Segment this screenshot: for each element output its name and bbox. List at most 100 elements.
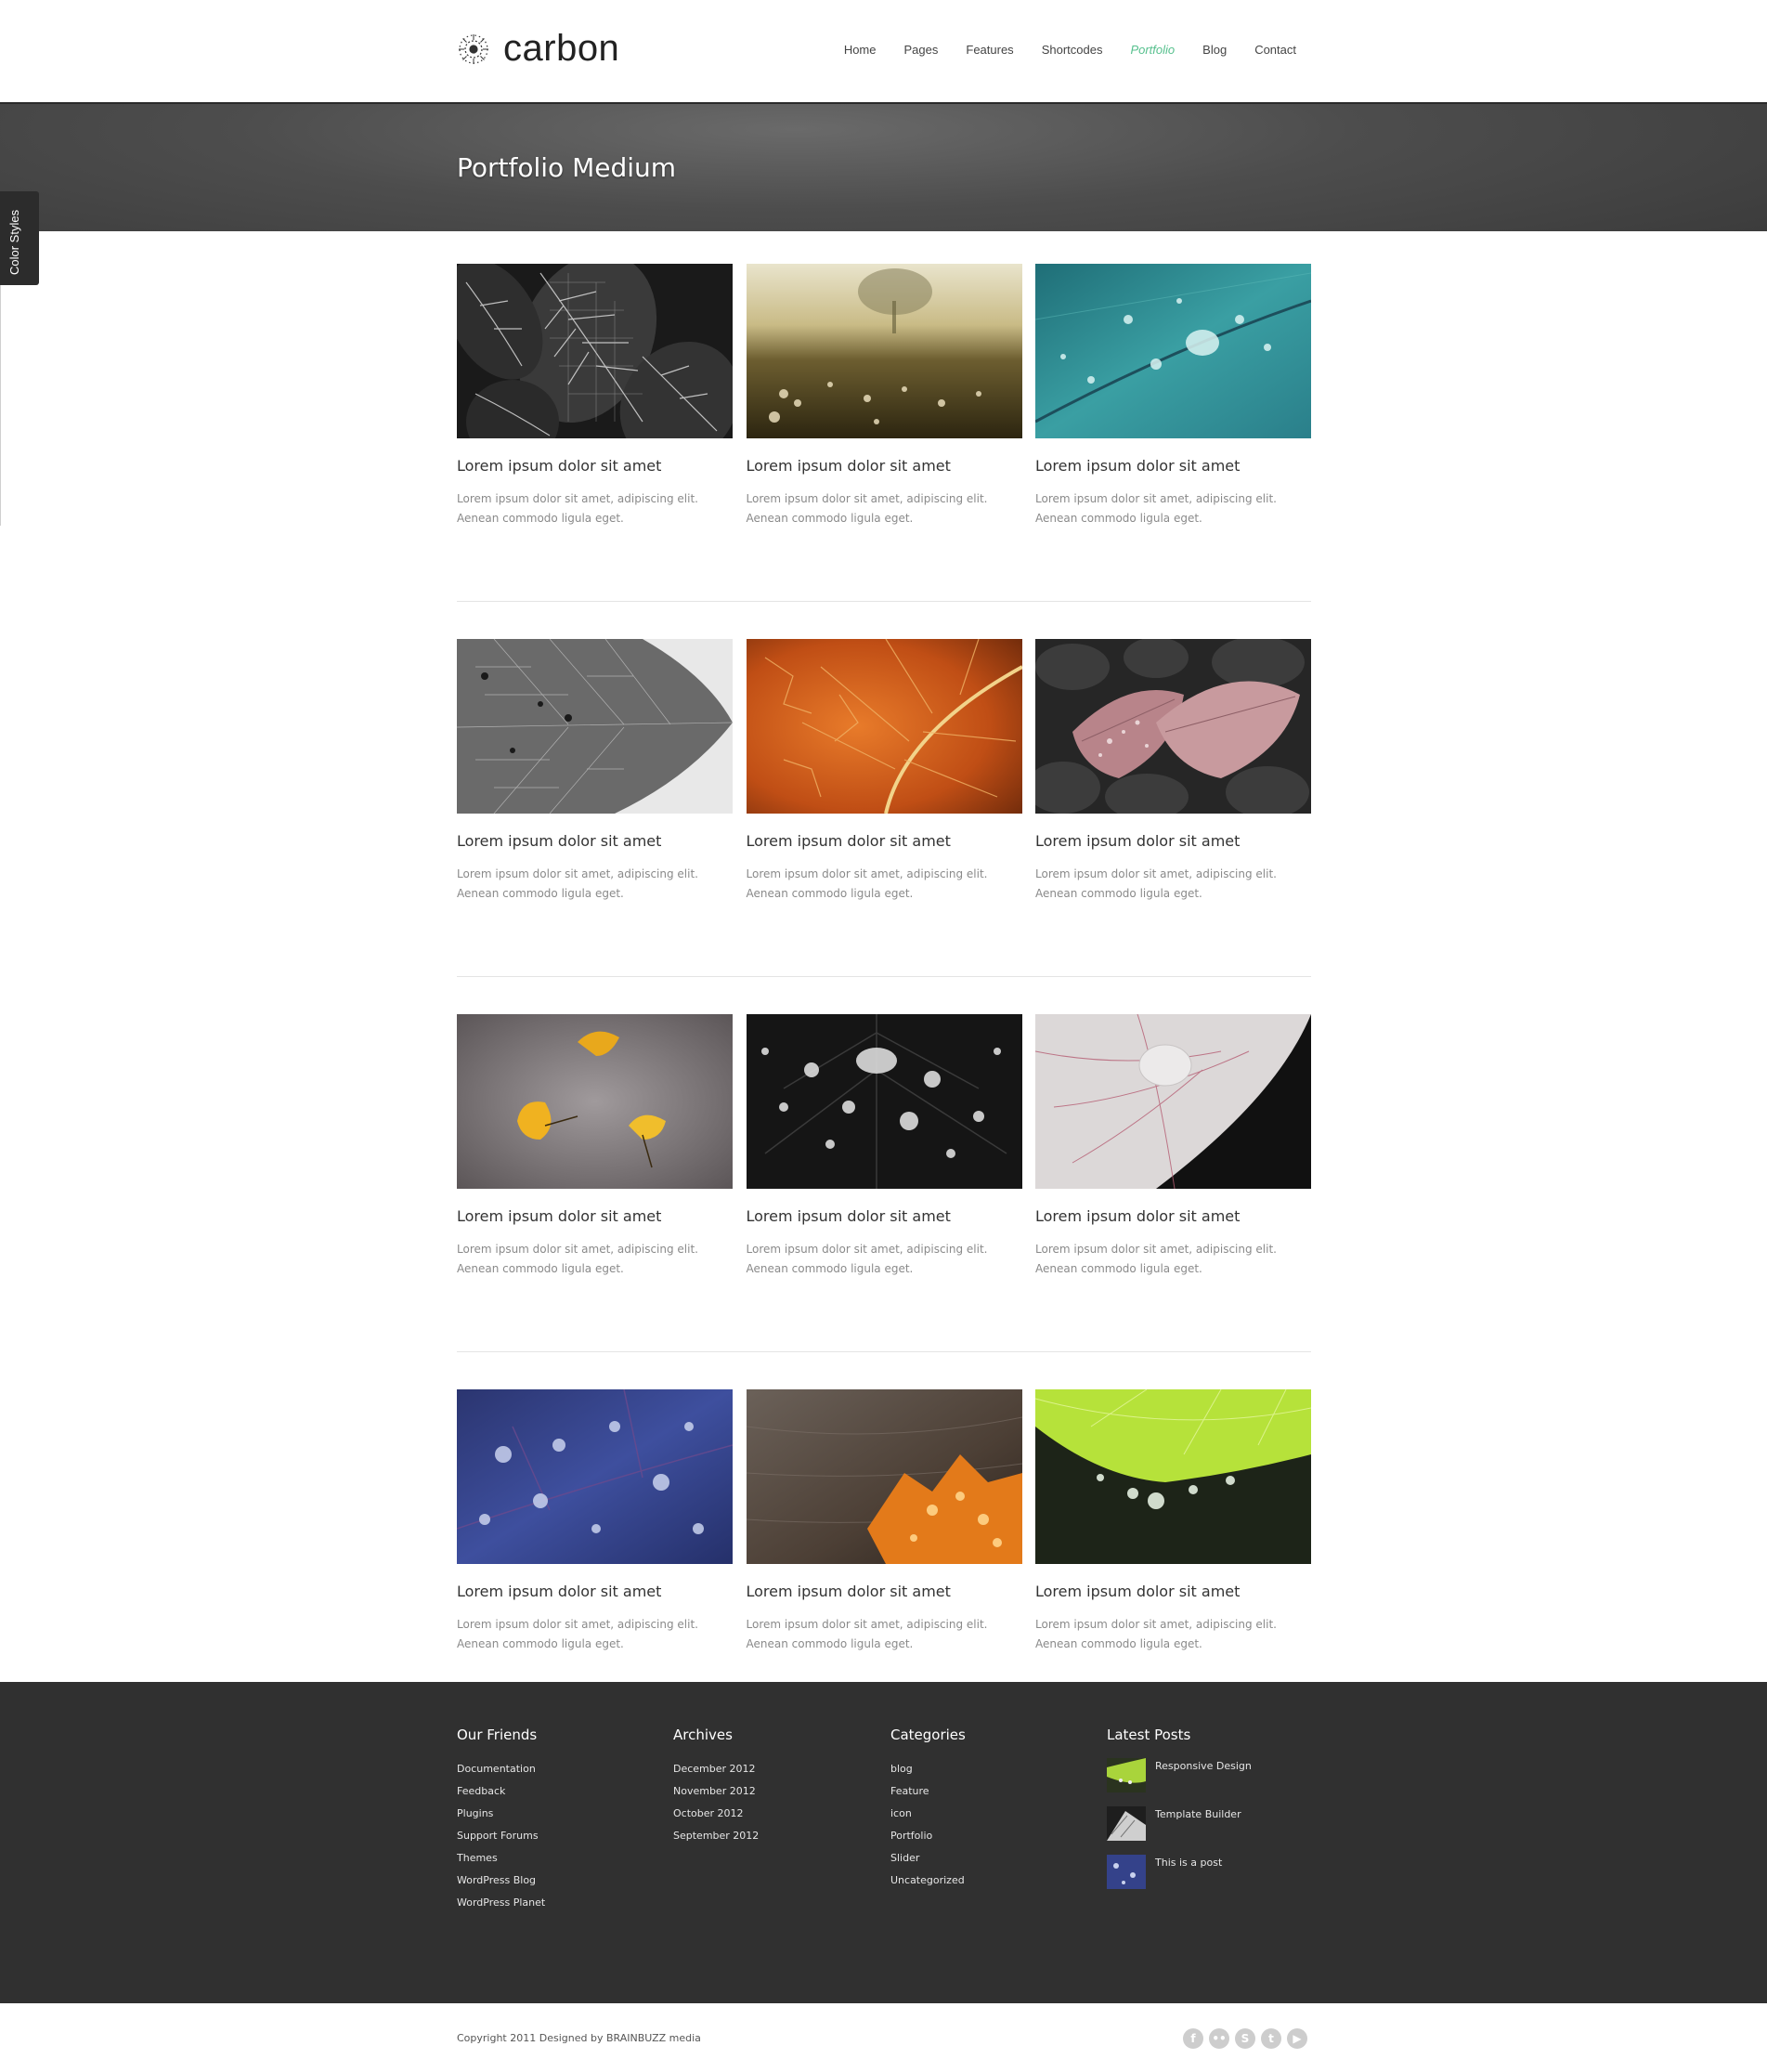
latest-post[interactable]: This is a post <box>1107 1855 1252 1889</box>
portfolio-item-desc: Lorem ipsum dolor sit amet, adipiscing e… <box>1035 1618 1277 1650</box>
portfolio-thumb-leaf-on-wood[interactable] <box>746 1389 1022 1564</box>
portfolio-item-title[interactable]: Lorem ipsum dolor sit amet <box>747 1207 1022 1225</box>
portfolio-thumb-orange-leaf[interactable] <box>746 639 1022 814</box>
portfolio-item-desc: Lorem ipsum dolor sit amet, adipiscing e… <box>746 492 988 525</box>
social-links: f •• S t ▶ <box>1183 2028 1307 2049</box>
portfolio-item-title[interactable]: Lorem ipsum dolor sit amet <box>747 832 1022 850</box>
color-styles-tab[interactable]: Color Styles <box>0 191 39 285</box>
footer-latest-posts: Latest Posts Responsive Design Template … <box>1107 1727 1252 1903</box>
portfolio-item[interactable]: Lorem ipsum dolor sit amet Lorem ipsum d… <box>1035 264 1311 601</box>
portfolio-item[interactable]: Lorem ipsum dolor sit amet Lorem ipsum d… <box>457 264 733 601</box>
portfolio-item[interactable]: Lorem ipsum dolor sit amet Lorem ipsum d… <box>1035 639 1311 976</box>
twitter-icon[interactable]: t <box>1261 2028 1281 2049</box>
portfolio-item[interactable]: Lorem ipsum dolor sit amet Lorem ipsum d… <box>1035 1014 1311 1351</box>
portfolio-thumb-grey-leaf[interactable] <box>457 639 733 814</box>
post-thumb[interactable] <box>1107 1855 1146 1889</box>
footer-link[interactable]: Feedback <box>457 1780 545 1803</box>
logo-icon <box>459 33 488 64</box>
portfolio-item-title[interactable]: Lorem ipsum dolor sit amet <box>1035 457 1311 475</box>
portfolio-item[interactable]: Lorem ipsum dolor sit amet Lorem ipsum d… <box>746 1389 1022 1727</box>
skype-icon[interactable]: S <box>1235 2028 1255 2049</box>
portfolio-item-title[interactable]: Lorem ipsum dolor sit amet <box>457 1207 733 1225</box>
nav-blog[interactable]: Blog <box>1202 43 1227 57</box>
latest-post[interactable]: Template Builder <box>1107 1806 1252 1841</box>
portfolio-item-title[interactable]: Lorem ipsum dolor sit amet <box>457 832 733 850</box>
footer-heading: Latest Posts <box>1107 1727 1191 1743</box>
nav-features[interactable]: Features <box>966 43 1013 57</box>
nav-portfolio[interactable]: Portfolio <box>1130 43 1175 57</box>
portfolio-item[interactable]: Lorem ipsum dolor sit amet Lorem ipsum d… <box>457 639 733 976</box>
portfolio-item-title[interactable]: Lorem ipsum dolor sit amet <box>457 457 733 475</box>
footer-link[interactable]: Slider <box>890 1847 966 1870</box>
portfolio-item-desc: Lorem ipsum dolor sit amet, adipiscing e… <box>457 867 698 900</box>
color-panel-edge <box>0 285 1 526</box>
site-header: carbon Home Pages Features Shortcodes Po… <box>0 0 1767 102</box>
portfolio-thumb-teal-leaf[interactable] <box>1035 264 1311 438</box>
portfolio-item-desc: Lorem ipsum dolor sit amet, adipiscing e… <box>457 1618 698 1650</box>
portfolio-thumb-blue-leaf[interactable] <box>457 1389 733 1564</box>
footer: Our Friends Documentation Feedback Plugi… <box>0 1682 1767 2003</box>
row-spacer <box>457 977 1311 1014</box>
footer-link[interactable]: Documentation <box>457 1758 545 1780</box>
nav-home[interactable]: Home <box>844 43 877 57</box>
footer-heading: Archives <box>673 1727 733 1743</box>
portfolio-thumb-pink-leaf[interactable] <box>1035 639 1311 814</box>
portfolio-item-title[interactable]: Lorem ipsum dolor sit amet <box>1035 1207 1311 1225</box>
youtube-icon[interactable]: ▶ <box>1287 2028 1307 2049</box>
portfolio-thumb-white-leaf[interactable] <box>1035 1014 1311 1189</box>
footer-heading: Our Friends <box>457 1727 538 1743</box>
post-title[interactable]: Responsive Design <box>1155 1758 1252 1772</box>
facebook-icon[interactable]: f <box>1183 2028 1203 2049</box>
footer-heading: Categories <box>890 1727 966 1743</box>
footer-link[interactable]: September 2012 <box>673 1825 759 1847</box>
flickr-icon[interactable]: •• <box>1209 2028 1229 2049</box>
portfolio-item-title[interactable]: Lorem ipsum dolor sit amet <box>747 1583 1022 1600</box>
portfolio-item[interactable]: Lorem ipsum dolor sit amet Lorem ipsum d… <box>1035 1389 1311 1727</box>
footer-link[interactable]: WordPress Blog <box>457 1870 545 1892</box>
footer-link[interactable]: WordPress Planet <box>457 1892 545 1914</box>
footer-link[interactable]: Themes <box>457 1847 545 1870</box>
portfolio-grid: Lorem ipsum dolor sit amet Lorem ipsum d… <box>457 264 1311 1727</box>
post-title[interactable]: This is a post <box>1155 1855 1222 1869</box>
post-thumb[interactable] <box>1107 1758 1146 1792</box>
logo[interactable]: carbon <box>457 28 619 70</box>
portfolio-item-title[interactable]: Lorem ipsum dolor sit amet <box>1035 1583 1311 1600</box>
page-title-band: Portfolio Medium <box>0 102 1767 231</box>
footer-link[interactable]: icon <box>890 1803 966 1825</box>
portfolio-item-title[interactable]: Lorem ipsum dolor sit amet <box>747 457 1022 475</box>
portfolio-item-title[interactable]: Lorem ipsum dolor sit amet <box>457 1583 733 1600</box>
portfolio-item-desc: Lorem ipsum dolor sit amet, adipiscing e… <box>746 1618 988 1650</box>
footer-link[interactable]: December 2012 <box>673 1758 759 1780</box>
portfolio-thumb-dark-droplets[interactable] <box>746 1014 1022 1189</box>
footer-link[interactable]: Uncategorized <box>890 1870 966 1892</box>
footer-link[interactable]: Support Forums <box>457 1825 545 1847</box>
portfolio-item-desc: Lorem ipsum dolor sit amet, adipiscing e… <box>457 492 698 525</box>
nav-contact[interactable]: Contact <box>1254 43 1296 57</box>
portfolio-item-title[interactable]: Lorem ipsum dolor sit amet <box>1035 832 1311 850</box>
post-thumb[interactable] <box>1107 1806 1146 1841</box>
portfolio-thumb-field[interactable] <box>746 264 1022 438</box>
logo-text: carbon <box>503 28 620 69</box>
footer-link[interactable]: Feature <box>890 1780 966 1803</box>
footer-link[interactable]: October 2012 <box>673 1803 759 1825</box>
portfolio-thumb-bw-leaves[interactable] <box>457 264 733 438</box>
portfolio-item[interactable]: Lorem ipsum dolor sit amet Lorem ipsum d… <box>746 639 1022 976</box>
main-nav: Home Pages Features Shortcodes Portfolio… <box>816 43 1296 57</box>
footer-link[interactable]: Plugins <box>457 1803 545 1825</box>
portfolio-thumb-green-leaf[interactable] <box>1035 1389 1311 1564</box>
portfolio-item[interactable]: Lorem ipsum dolor sit amet Lorem ipsum d… <box>746 264 1022 601</box>
nav-shortcodes[interactable]: Shortcodes <box>1042 43 1103 57</box>
footer-friends: Our Friends Documentation Feedback Plugi… <box>457 1727 545 1914</box>
portfolio-item[interactable]: Lorem ipsum dolor sit amet Lorem ipsum d… <box>457 1389 733 1727</box>
portfolio-item[interactable]: Lorem ipsum dolor sit amet Lorem ipsum d… <box>457 1014 733 1351</box>
nav-pages[interactable]: Pages <box>904 43 939 57</box>
portfolio-thumb-ginkgo[interactable] <box>457 1014 733 1189</box>
portfolio-row: Lorem ipsum dolor sit amet Lorem ipsum d… <box>457 1389 1311 1727</box>
portfolio-item[interactable]: Lorem ipsum dolor sit amet Lorem ipsum d… <box>746 1014 1022 1351</box>
footer-link[interactable]: blog <box>890 1758 966 1780</box>
footer-link[interactable]: November 2012 <box>673 1780 759 1803</box>
post-title[interactable]: Template Builder <box>1155 1806 1241 1820</box>
row-spacer <box>457 1352 1311 1389</box>
latest-post[interactable]: Responsive Design <box>1107 1758 1252 1792</box>
footer-link[interactable]: Portfolio <box>890 1825 966 1847</box>
